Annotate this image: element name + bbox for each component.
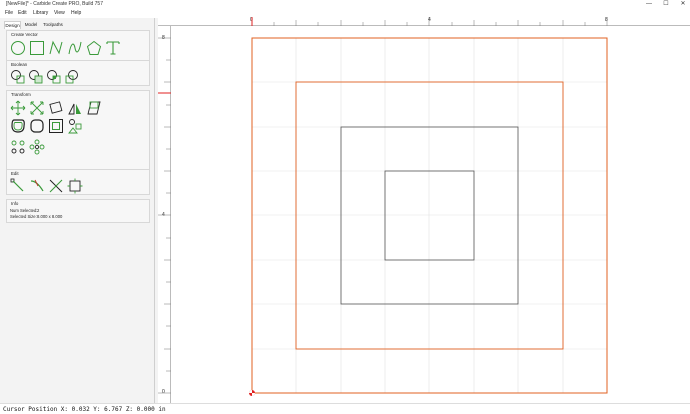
- ruler-top-label-8: 8: [605, 17, 608, 23]
- menu-file[interactable]: File: [5, 10, 13, 16]
- window-title: [NewFile]* - Carbide Create PRO, Build 7…: [6, 1, 103, 7]
- fillet-icon[interactable]: [29, 118, 45, 134]
- move-icon[interactable]: [10, 100, 26, 116]
- scale-icon[interactable]: [29, 100, 45, 116]
- grid-pattern-icon[interactable]: [29, 139, 45, 155]
- boolean-title: Boolean: [11, 62, 28, 67]
- mirror-icon[interactable]: [67, 100, 83, 116]
- selected-size-label: Selected Size:: [10, 214, 37, 219]
- close-icon[interactable]: ✕: [676, 0, 690, 9]
- text-icon[interactable]: [105, 40, 121, 56]
- menu-view[interactable]: View: [54, 10, 65, 16]
- status-bar: Cursor Position X: 0.032 Y: 6.767 Z: 0.0…: [0, 403, 690, 414]
- transform-title: Transform: [11, 92, 31, 97]
- union-icon[interactable]: [10, 69, 26, 85]
- circle-icon[interactable]: [10, 40, 26, 56]
- minimize-icon[interactable]: —: [642, 0, 656, 9]
- pattern-icon[interactable]: [67, 118, 83, 134]
- curve-icon[interactable]: [67, 40, 83, 56]
- align-icon[interactable]: [48, 118, 64, 134]
- weld-icon[interactable]: [64, 69, 80, 85]
- polygon-icon[interactable]: [86, 40, 102, 56]
- shear-icon[interactable]: [86, 100, 102, 116]
- boundary-icon[interactable]: [67, 178, 83, 194]
- intersect-icon[interactable]: [46, 69, 62, 85]
- polyline-icon[interactable]: [48, 40, 64, 56]
- info-panel: Info Num Selected: 2 Selected Size: 8.00…: [6, 199, 150, 223]
- trim-icon[interactable]: [29, 178, 45, 194]
- menu-edit[interactable]: Edit: [18, 10, 27, 16]
- maximize-icon[interactable]: ☐: [659, 0, 673, 9]
- info-title: Info: [11, 201, 19, 206]
- ruler-left-label-8: 8: [162, 35, 165, 41]
- selected-size-value: 8.000 x 8.000: [37, 214, 63, 219]
- menu-library[interactable]: Library: [33, 10, 48, 16]
- ruler-top-label-0: 0: [250, 17, 253, 23]
- offset-icon[interactable]: [10, 118, 26, 134]
- design-canvas[interactable]: [158, 17, 690, 403]
- edit-title: Edit: [11, 171, 19, 176]
- cursor-position-readout: Cursor Position X: 0.032 Y: 6.767 Z: 0.0…: [3, 406, 166, 413]
- ruler-left-label-4: 4: [162, 212, 165, 218]
- rotate-icon[interactable]: [48, 100, 64, 116]
- left-ruler: 8 4 0: [158, 26, 171, 403]
- circle-pattern-icon[interactable]: [10, 139, 26, 155]
- num-selected-value: 2: [37, 208, 40, 213]
- ruler-top-label-4: 4: [428, 17, 431, 23]
- tab-design[interactable]: Design: [4, 21, 21, 29]
- title-bar: [NewFile]* - Carbide Create PRO, Build 7…: [0, 0, 690, 9]
- boolean-panel: Boolean: [6, 60, 150, 86]
- tab-toolpaths[interactable]: Toolpaths: [41, 21, 65, 29]
- top-ruler: 0 4 8: [158, 17, 690, 26]
- edit-panel: Edit: [6, 169, 150, 195]
- create-vector-title: Create Vector: [11, 32, 38, 37]
- carbide-create-window: [NewFile]* - Carbide Create PRO, Build 7…: [0, 0, 690, 414]
- menu-help[interactable]: Help: [71, 10, 81, 16]
- ruler-left-label-0: 0: [162, 389, 165, 395]
- rectangle-icon[interactable]: [29, 40, 45, 56]
- subtract-icon[interactable]: [28, 69, 44, 85]
- num-selected-label: Num Selected:: [10, 208, 38, 213]
- cut-icon[interactable]: [48, 178, 64, 194]
- left-sidebar: Design Model Toolpaths Create Vector Boo…: [0, 18, 155, 403]
- node-edit-icon[interactable]: [10, 178, 26, 194]
- tab-model[interactable]: Model: [23, 21, 39, 29]
